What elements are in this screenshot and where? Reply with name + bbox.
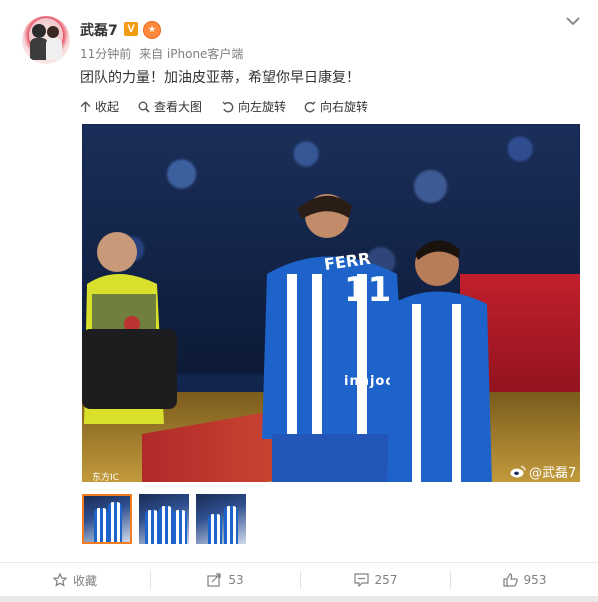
weibo-logo-icon: [510, 465, 526, 478]
weibo-watermark-text: @武磊7: [529, 466, 577, 481]
player-wu-lei: [387, 240, 492, 482]
thumbnail-2[interactable]: [139, 494, 189, 544]
rotate-right-button[interactable]: 向右旋转: [304, 98, 368, 115]
chevron-down-icon[interactable]: [566, 16, 580, 26]
bottom-strip: [0, 596, 598, 602]
collapse-icon: [80, 101, 91, 112]
collapse-button[interactable]: 收起: [80, 98, 119, 115]
avatar[interactable]: [22, 16, 70, 64]
view-large-button[interactable]: 查看大图: [138, 98, 202, 115]
rotate-left-icon: [222, 101, 234, 112]
medal-icon[interactable]: ★: [143, 21, 161, 39]
like-count: 953: [523, 573, 547, 587]
rotate-right-icon: [304, 101, 316, 112]
rotate-right-label: 向右旋转: [320, 100, 369, 114]
thumbs-up-icon: [502, 573, 518, 587]
action-bar: 收藏 53 257 953: [0, 562, 598, 597]
post-meta: 11分钟前 来自 iPhone客户端: [80, 45, 247, 62]
weibo-post-card: 武磊7 V ★ 11分钟前 来自 iPhone客户端 团队的力量！加油皮亚蒂，希…: [0, 0, 598, 602]
collapse-label: 收起: [95, 100, 120, 114]
repost-button[interactable]: 53: [151, 563, 300, 597]
thumbnail-3[interactable]: [196, 494, 246, 544]
rotate-left-label: 向左旋转: [238, 100, 287, 114]
favorite-label: 收藏: [72, 573, 97, 588]
comment-count: 257: [374, 573, 398, 587]
repost-count: 53: [228, 573, 244, 587]
thumbnail-1[interactable]: [82, 494, 132, 544]
post-photo[interactable]: FERR 11 innjoo 东方IC @武磊7: [82, 124, 580, 482]
post-text: 团队的力量！加油皮亚蒂，希望你早日康复！: [80, 70, 360, 86]
photo-agency-watermark: 东方IC: [92, 473, 119, 482]
author-name[interactable]: 武磊7: [80, 20, 118, 40]
post-time[interactable]: 11分钟前: [80, 47, 131, 61]
favorite-button[interactable]: 收藏: [0, 563, 150, 597]
camera: [82, 329, 177, 409]
like-button[interactable]: 953: [451, 563, 598, 597]
search-icon: [138, 101, 150, 113]
repost-icon: [207, 573, 221, 587]
comment-icon: [353, 573, 369, 587]
star-icon: [52, 573, 67, 587]
comment-button[interactable]: 257: [301, 563, 450, 597]
view-large-label: 查看大图: [154, 100, 203, 114]
weibo-watermark: @武磊7: [510, 462, 576, 481]
rotate-left-button[interactable]: 向左旋转: [222, 98, 286, 115]
verified-badge-icon: V: [124, 22, 138, 36]
post-source[interactable]: 来自 iPhone客户端: [139, 47, 243, 61]
